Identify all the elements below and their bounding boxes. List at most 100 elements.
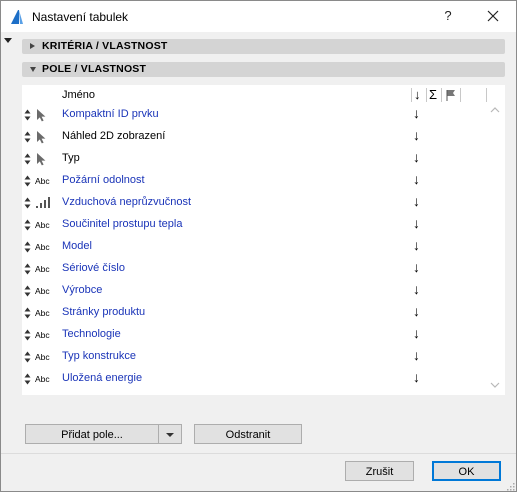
section-fields[interactable]: POLE / VLASTNOST — [22, 62, 505, 77]
abc-icon: Abc — [35, 371, 53, 387]
sort-arrow-icon[interactable]: ↓ — [413, 127, 420, 143]
help-button[interactable]: ? — [441, 8, 455, 24]
column-divider — [486, 88, 487, 102]
type-label: Abc — [35, 330, 50, 340]
remove-field-button[interactable]: Odstranit — [194, 424, 302, 444]
section-criteria[interactable]: KRITÉRIA / VLASTNOST — [22, 39, 505, 54]
cursor-icon — [35, 129, 53, 145]
sort-arrow-icon[interactable]: ↓ — [413, 369, 420, 385]
field-name[interactable]: Výrobce — [62, 284, 102, 296]
title-bar: Nastavení tabulek ? — [1, 1, 516, 32]
list-row[interactable]: Typ ↓ — [22, 148, 488, 170]
fields-list: Jméno ↓ Σ Kompaktní ID prvku ↓ Náhled 2D z… — [22, 85, 505, 395]
ok-button[interactable]: OK — [432, 461, 501, 481]
list-row[interactable]: Abc Model ↓ — [22, 236, 488, 258]
column-divider — [460, 88, 461, 102]
drag-handle-icon[interactable] — [24, 197, 31, 209]
list-row[interactable]: Abc Stránky produktu ↓ — [22, 302, 488, 324]
list-row[interactable]: Vzduchová neprůzvučnost ↓ — [22, 192, 488, 214]
list-row[interactable]: Abc Technologie ↓ — [22, 324, 488, 346]
cursor-icon — [35, 107, 53, 123]
field-name[interactable]: Technologie — [62, 328, 121, 340]
panel-collapse-icon[interactable] — [4, 38, 12, 43]
list-header: Jméno ↓ Σ — [22, 85, 488, 104]
sort-arrow-icon[interactable]: ↓ — [413, 347, 420, 363]
sort-arrow-icon[interactable]: ↓ — [413, 149, 420, 165]
sort-arrow-icon[interactable]: ↓ — [413, 171, 420, 187]
field-name[interactable]: Požární odolnost — [62, 174, 145, 186]
type-label: Abc — [35, 374, 50, 384]
cursor-icon — [35, 151, 53, 167]
field-name[interactable]: Stránky produktu — [62, 306, 145, 318]
dialog-window: Nastavení tabulek ? KRITÉRIA / VLASTNOST… — [0, 0, 517, 492]
collapse-arrow-icon — [30, 67, 36, 72]
column-divider — [411, 88, 412, 102]
column-sum-header[interactable]: Σ — [429, 87, 437, 102]
type-label: Abc — [35, 176, 50, 186]
app-logo-icon — [11, 10, 23, 24]
drag-handle-icon[interactable] — [24, 329, 31, 341]
drag-handle-icon[interactable] — [24, 241, 31, 253]
field-name[interactable]: Typ konstrukce — [62, 350, 136, 362]
field-name[interactable]: Náhled 2D zobrazení — [62, 130, 165, 142]
field-name[interactable]: Součinitel prostupu tepla — [62, 218, 182, 230]
sort-arrow-icon[interactable]: ↓ — [413, 281, 420, 297]
add-field-dropdown-button[interactable] — [158, 424, 182, 444]
drag-handle-icon[interactable] — [24, 131, 31, 143]
field-name[interactable]: Typ — [62, 152, 80, 164]
list-row[interactable]: Abc Požární odolnost ↓ — [22, 170, 488, 192]
flag-icon[interactable] — [444, 89, 458, 101]
column-divider — [441, 88, 442, 102]
sort-arrow-icon[interactable]: ↓ — [413, 105, 420, 121]
type-label: Abc — [35, 352, 50, 362]
field-name[interactable]: Kompaktní ID prvku — [62, 108, 159, 120]
field-name[interactable]: Model — [62, 240, 92, 252]
sort-arrow-icon[interactable]: ↓ — [413, 303, 420, 319]
type-label: Abc — [35, 264, 50, 274]
abc-icon: Abc — [35, 305, 53, 321]
list-row[interactable]: Abc Výrobce ↓ — [22, 280, 488, 302]
list-row[interactable]: Abc Součinitel prostupu tepla ↓ — [22, 214, 488, 236]
list-row[interactable]: Abc Uložená energie ↓ — [22, 368, 488, 390]
sort-arrow-icon[interactable]: ↓ — [413, 215, 420, 231]
sort-arrow-icon[interactable]: ↓ — [413, 259, 420, 275]
field-name[interactable]: Uložená energie — [62, 372, 142, 384]
close-icon[interactable] — [481, 6, 505, 26]
field-name[interactable]: Sériové číslo — [62, 262, 125, 274]
add-field-button[interactable]: Přidat pole... — [25, 424, 158, 444]
drag-handle-icon[interactable] — [24, 285, 31, 297]
drag-handle-icon[interactable] — [24, 307, 31, 319]
field-name[interactable]: Vzduchová neprůzvučnost — [62, 196, 191, 208]
list-row[interactable]: Kompaktní ID prvku ↓ — [22, 104, 488, 126]
type-label: Abc — [35, 220, 50, 230]
scroll-down-icon[interactable] — [490, 381, 500, 389]
drag-handle-icon[interactable] — [24, 351, 31, 363]
abc-icon: Abc — [35, 173, 53, 189]
drag-handle-icon[interactable] — [24, 175, 31, 187]
list-row[interactable]: Náhled 2D zobrazení ↓ — [22, 126, 488, 148]
column-name-header[interactable]: Jméno — [62, 89, 95, 101]
column-sort-header[interactable]: ↓ — [414, 87, 421, 102]
list-row[interactable]: Abc Typ konstrukce ↓ — [22, 346, 488, 368]
drag-handle-icon[interactable] — [24, 109, 31, 121]
window-title: Nastavení tabulek — [32, 10, 129, 24]
sort-arrow-icon[interactable]: ↓ — [413, 193, 420, 209]
list-row[interactable]: Abc Sériové číslo ↓ — [22, 258, 488, 280]
scale-icon — [35, 195, 53, 211]
drag-handle-icon[interactable] — [24, 263, 31, 275]
cancel-button[interactable]: Zrušit — [345, 461, 414, 481]
drag-handle-icon[interactable] — [24, 373, 31, 385]
sort-arrow-icon[interactable]: ↓ — [413, 237, 420, 253]
scroll-up-icon[interactable] — [490, 106, 500, 114]
section-fields-label: POLE / VLASTNOST — [42, 63, 147, 75]
abc-icon: Abc — [35, 239, 53, 255]
chevron-down-icon — [166, 433, 174, 437]
abc-icon: Abc — [35, 261, 53, 277]
type-label: Abc — [35, 242, 50, 252]
column-divider — [426, 88, 427, 102]
resize-grip-icon[interactable] — [506, 482, 515, 491]
expand-arrow-icon — [30, 43, 35, 49]
drag-handle-icon[interactable] — [24, 219, 31, 231]
sort-arrow-icon[interactable]: ↓ — [413, 325, 420, 341]
drag-handle-icon[interactable] — [24, 153, 31, 165]
